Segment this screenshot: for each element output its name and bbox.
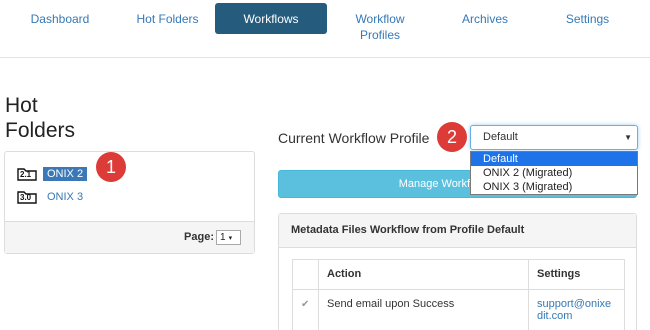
- nav-dashboard[interactable]: Dashboard: [20, 0, 100, 58]
- nav-settings[interactable]: Settings: [550, 0, 625, 58]
- nav-workflow-profiles[interactable]: Workflow Profiles: [345, 0, 415, 58]
- folder-icon: 3.0: [17, 190, 37, 204]
- top-nav: Dashboard Hot Folders Workflows Workflow…: [0, 0, 650, 58]
- dropdown-option-onix2-migrated[interactable]: ONIX 2 (Migrated): [471, 166, 637, 180]
- table-header-row: Action Settings: [292, 259, 625, 290]
- folder-label[interactable]: ONIX 3: [43, 190, 87, 204]
- column-header-action: Action: [318, 259, 529, 290]
- hot-folders-title: Hot Folders: [5, 94, 76, 142]
- table-row: ✔ Send email upon Success support@onixed…: [292, 289, 625, 330]
- metadata-workflow-panel: Metadata Files Workflow from Profile Def…: [278, 213, 637, 330]
- row-settings-link[interactable]: support@onixedit.com: [528, 289, 625, 330]
- pagination-footer: Page: 1 ▾: [5, 221, 254, 253]
- nav-hot-folders[interactable]: Hot Folders: [125, 0, 210, 58]
- metadata-panel-heading: Metadata Files Workflow from Profile Def…: [279, 214, 636, 248]
- annotation-badge-1: 1: [96, 152, 126, 182]
- column-header-settings: Settings: [528, 259, 625, 290]
- folder-icon: 2.1: [17, 167, 37, 181]
- folder-item-onix2[interactable]: 2.1 ONIX 2: [17, 165, 88, 183]
- workflow-profile-dropdown: Default ONIX 2 (Migrated) ONIX 3 (Migrat…: [470, 151, 638, 195]
- page-label: Page:: [184, 231, 214, 243]
- folder-label[interactable]: ONIX 2: [43, 167, 88, 181]
- check-icon[interactable]: ✔: [301, 300, 310, 310]
- nav-archives[interactable]: Archives: [445, 0, 525, 58]
- dropdown-option-onix3-migrated[interactable]: ONIX 3 (Migrated): [471, 180, 637, 194]
- workflow-profile-select[interactable]: Default ▼: [470, 125, 638, 150]
- folder-item-onix3[interactable]: 3.0 ONIX 3: [17, 188, 87, 206]
- row-checkbox-cell: ✔: [292, 289, 319, 330]
- row-action: Send email upon Success: [318, 289, 529, 330]
- dropdown-option-default[interactable]: Default: [471, 152, 637, 166]
- hot-folders-panel: 2.1 ONIX 2 3.0 ONIX 3 Page: 1 ▾: [4, 151, 255, 254]
- chevron-down-icon: ▼: [624, 133, 632, 142]
- current-workflow-profile-label: Current Workflow Profile: [278, 130, 430, 146]
- nav-workflows[interactable]: Workflows: [215, 3, 327, 34]
- page-select[interactable]: 1 ▾: [216, 230, 241, 245]
- annotation-badge-2: 2: [437, 122, 467, 152]
- workflow-actions-table: Action Settings ✔ Send email upon Succes…: [292, 259, 625, 330]
- column-header-check: [292, 259, 319, 290]
